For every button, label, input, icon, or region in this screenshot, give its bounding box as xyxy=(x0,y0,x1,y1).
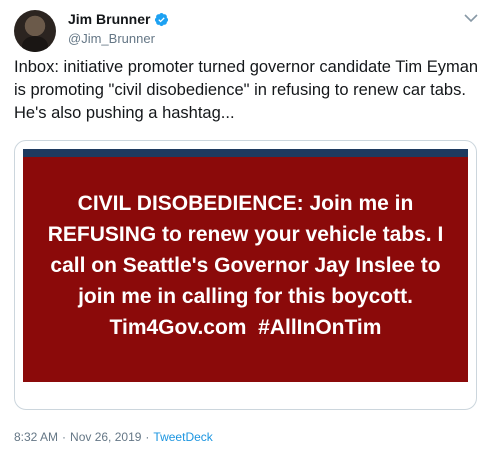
tweet-date[interactable]: Nov 26, 2019 xyxy=(70,430,141,444)
author-display-name[interactable]: Jim Brunner xyxy=(68,10,169,29)
avatar[interactable] xyxy=(14,10,56,52)
media-card[interactable]: CIVIL DISOBEDIENCE: Join me in REFUSING … xyxy=(14,140,477,410)
image-text: CIVIL DISOBEDIENCE: Join me in REFUSING … xyxy=(36,188,456,343)
meta-separator: · xyxy=(145,430,150,444)
verified-badge-icon xyxy=(155,12,169,27)
chevron-down-icon[interactable] xyxy=(463,12,479,24)
tweet-time[interactable]: 8:32 AM xyxy=(14,430,58,444)
tweet-meta: 8:32 AM · Nov 26, 2019 · TweetDeck xyxy=(14,429,213,445)
tweet-image[interactable]: CIVIL DISOBEDIENCE: Join me in REFUSING … xyxy=(23,149,468,382)
author-name-text[interactable]: Jim Brunner xyxy=(68,10,150,29)
image-line: call on Seattle's Governor Jay Inslee to xyxy=(50,254,441,277)
meta-separator: · xyxy=(62,430,67,444)
tweet-source-link[interactable]: TweetDeck xyxy=(153,430,212,444)
author-handle[interactable]: @Jim_Brunner xyxy=(68,30,169,48)
image-top-bar xyxy=(23,149,468,157)
image-line: join me in calling for this boycott. xyxy=(78,285,413,308)
author-names: Jim Brunner @Jim_Brunner xyxy=(68,10,169,48)
tweet-text: Inbox: initiative promoter turned govern… xyxy=(14,58,479,122)
image-line: Tim4Gov.com #AllInOnTim xyxy=(109,316,382,339)
tweet-header: Jim Brunner @Jim_Brunner xyxy=(14,8,479,52)
image-line: CIVIL DISOBEDIENCE: Join me in xyxy=(77,192,414,215)
image-line: REFUSING to renew your vehicle tabs. I xyxy=(47,223,444,246)
